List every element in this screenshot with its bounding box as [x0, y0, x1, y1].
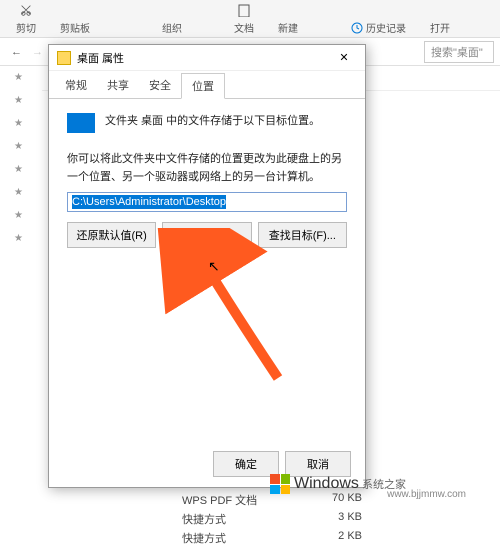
tab-location[interactable]: 位置: [181, 73, 225, 99]
pin-icon[interactable]: ★: [0, 112, 42, 135]
tab-general[interactable]: 常规: [55, 73, 97, 98]
find-target-button[interactable]: 查找目标(F)...: [258, 222, 347, 248]
pin-icon[interactable]: ★: [0, 89, 42, 112]
ribbon-cut[interactable]: 剪切: [16, 3, 36, 35]
desc-text-1: 文件夹 桌面 中的文件存储于以下目标位置。: [105, 113, 320, 131]
close-button[interactable]: ✕: [331, 51, 357, 64]
pin-icon[interactable]: ★: [0, 135, 42, 158]
properties-dialog: 桌面 属性 ✕ 常规 共享 安全 位置 文件夹 桌面 中的文件存储于以下目标位置…: [48, 44, 366, 488]
table-row[interactable]: 快捷方式2 KB: [42, 528, 500, 547]
cursor-icon: ↖: [208, 258, 220, 275]
move-button[interactable]: 移动(M)...: [162, 222, 251, 248]
tab-security[interactable]: 安全: [139, 73, 181, 98]
ribbon-new-label: 新建: [278, 20, 298, 35]
tab-sharing[interactable]: 共享: [97, 73, 139, 98]
pin-icon[interactable]: ★: [0, 227, 42, 250]
windows-logo-icon: [270, 474, 290, 494]
folder-icon: [57, 51, 71, 65]
ribbon-organize-label: 组织: [162, 20, 182, 35]
forward-button[interactable]: →: [28, 44, 47, 60]
restore-button[interactable]: 还原默认值(R): [67, 222, 156, 248]
dialog-body: 文件夹 桌面 中的文件存储于以下目标位置。 你可以将此文件夹中文件存储的位置更改…: [49, 99, 365, 262]
ribbon-docs[interactable]: 文档: [234, 3, 254, 35]
ribbon-open-label: 打开: [430, 20, 450, 35]
pin-icon[interactable]: ★: [0, 158, 42, 181]
tabs: 常规 共享 安全 位置: [49, 71, 365, 99]
search-input[interactable]: 搜索"桌面": [424, 41, 494, 63]
sidebar: ★ ★ ★ ★ ★ ★ ★ ★: [0, 66, 42, 496]
ribbon: 剪切 剪贴板 组织 文档 新建 历史记录 打开: [0, 0, 500, 38]
path-input[interactable]: C:\Users\Administrator\Desktop: [67, 192, 347, 212]
pin-icon[interactable]: ★: [0, 66, 42, 89]
dialog-title: 桌面 属性: [77, 50, 124, 66]
ribbon-clipboard-label: 剪贴板: [60, 20, 90, 35]
back-button[interactable]: ←: [7, 44, 26, 60]
dialog-titlebar[interactable]: 桌面 属性 ✕: [49, 45, 365, 71]
pin-icon[interactable]: ★: [0, 181, 42, 204]
desktop-icon: [67, 113, 95, 133]
desc-text-2: 你可以将此文件夹中文件存储的位置更改为此硬盘上的另一个位置、另一个驱动器或网络上…: [67, 151, 347, 186]
pin-icon[interactable]: ★: [0, 204, 42, 227]
table-row[interactable]: 快捷方式3 KB: [42, 509, 500, 528]
watermark: Windows 系统之家: [270, 474, 406, 494]
ribbon-history[interactable]: 历史记录: [350, 20, 406, 35]
